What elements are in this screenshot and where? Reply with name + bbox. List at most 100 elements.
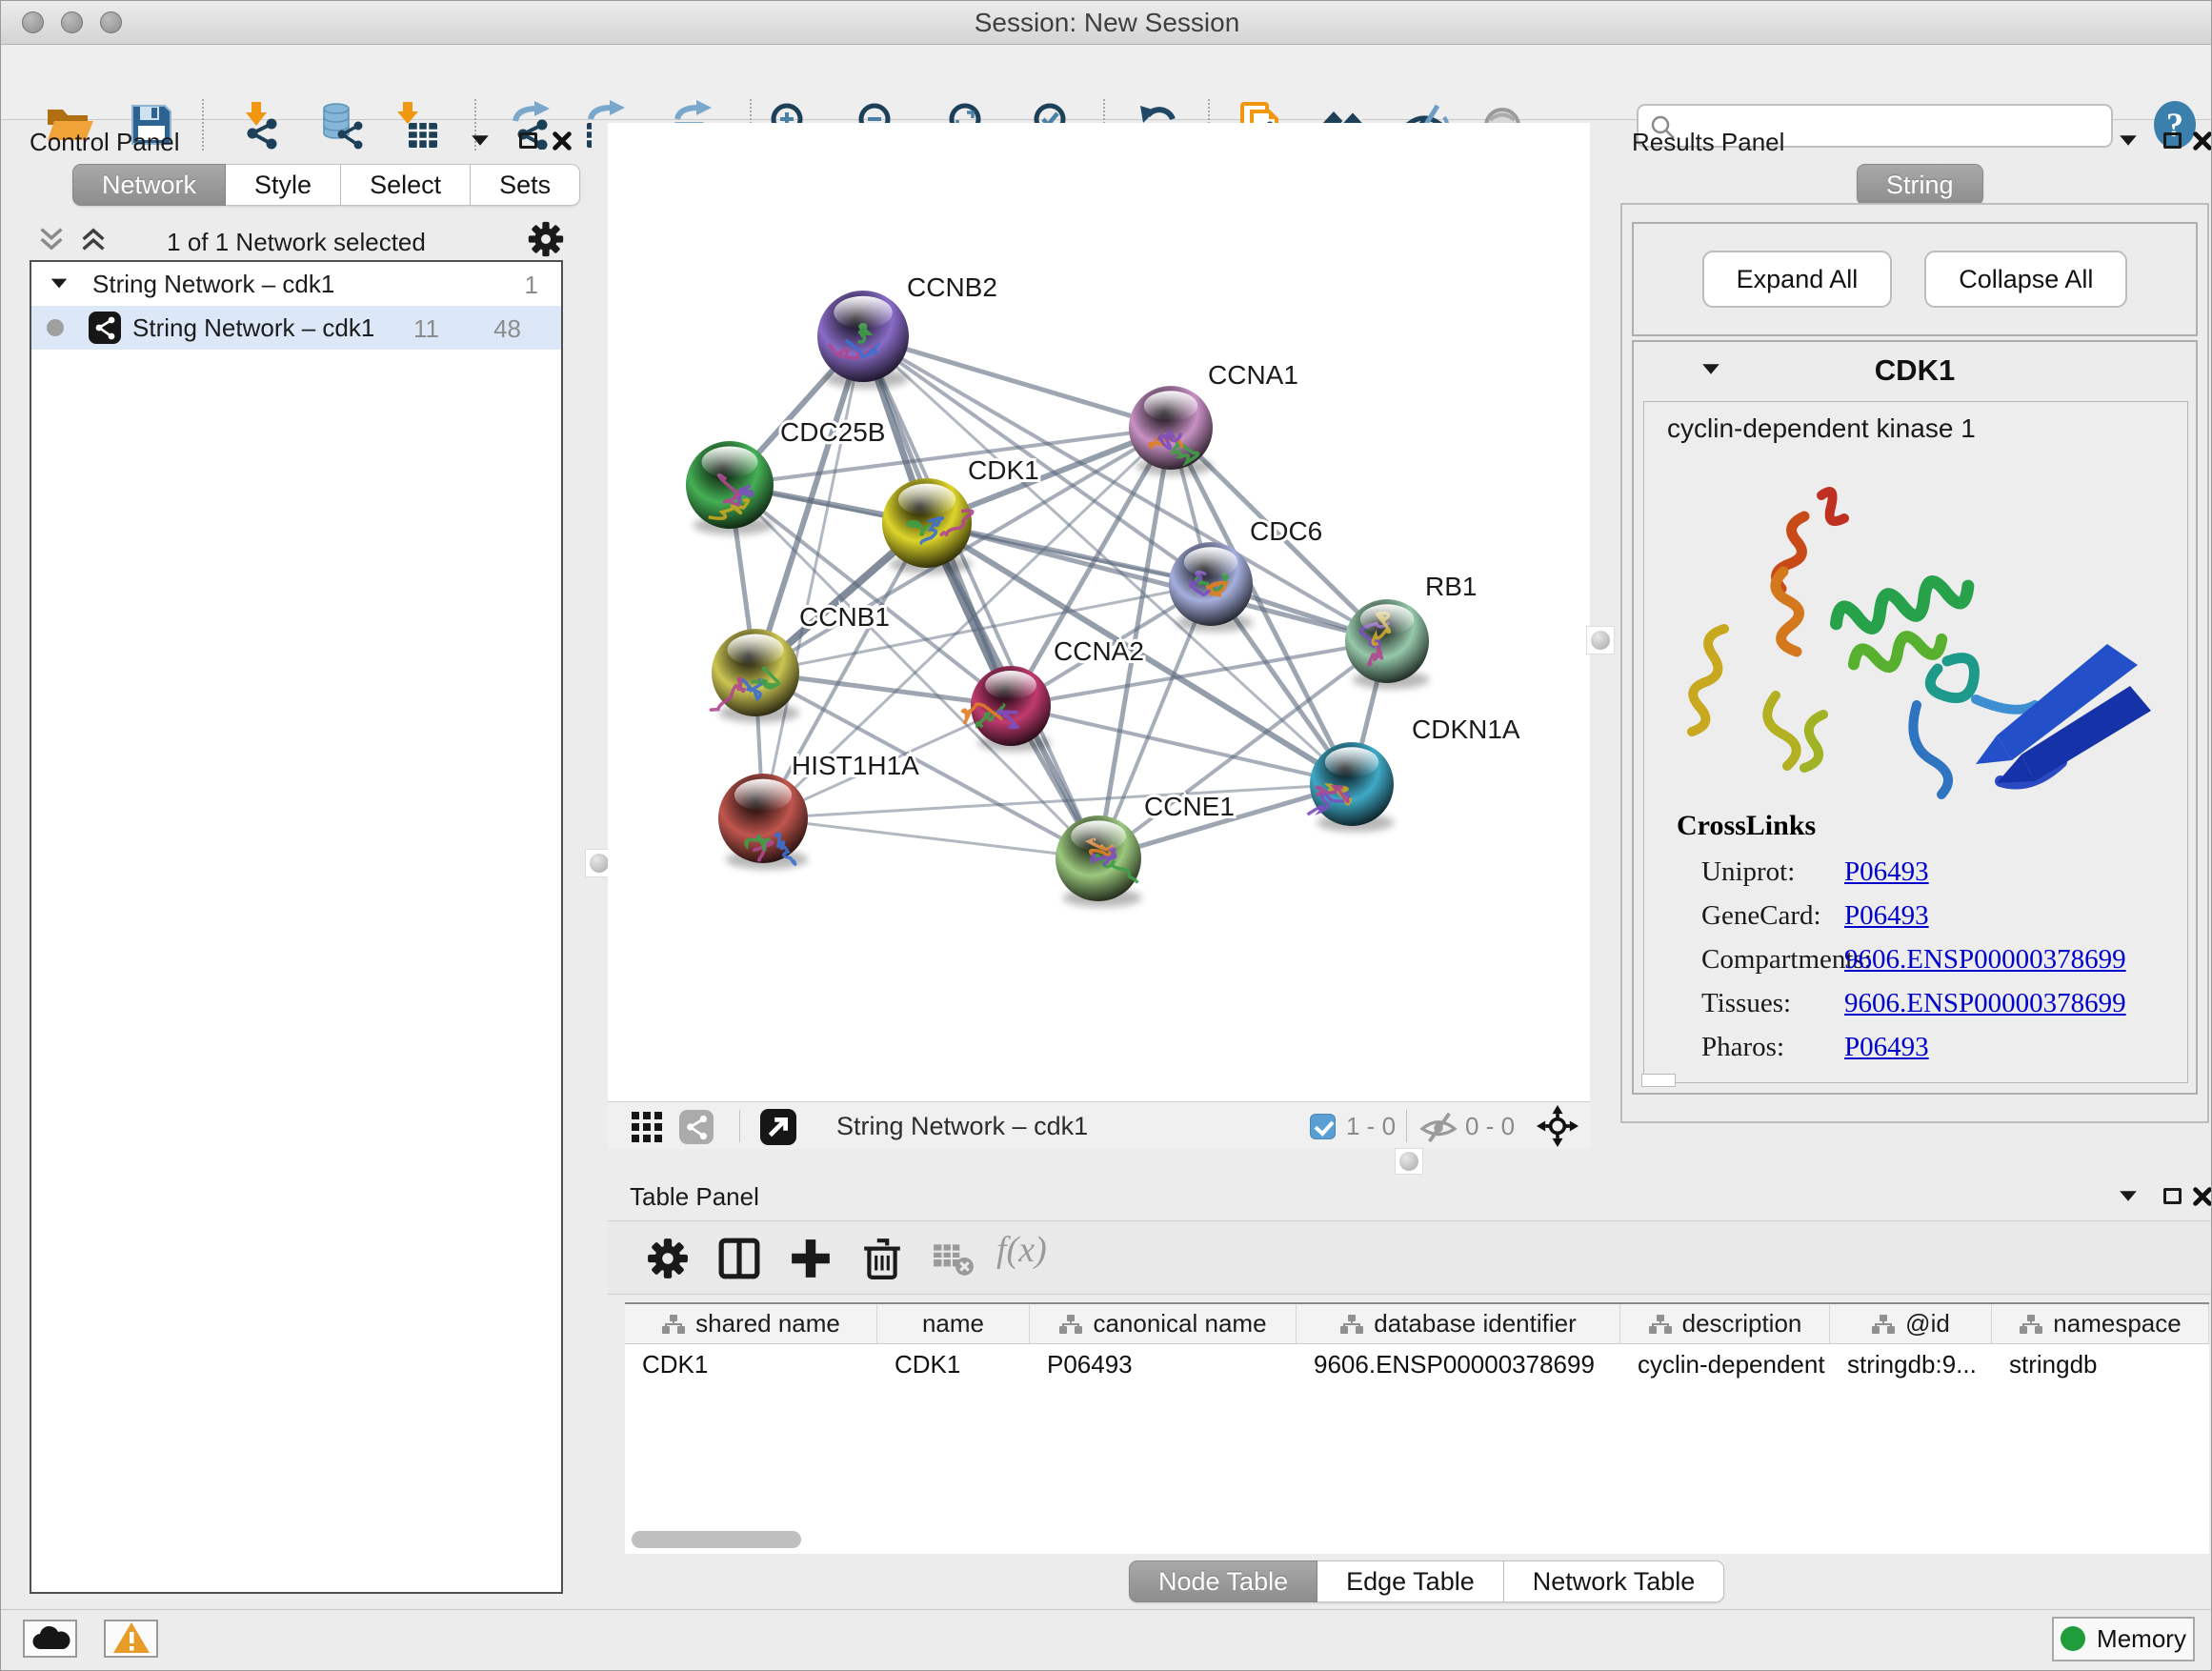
tab-sets[interactable]: Sets — [471, 164, 580, 206]
crosslinks-list: Uniprot:P06493GeneCard:P06493Compartment… — [1667, 850, 2182, 1069]
column-source-icon — [1339, 1314, 1364, 1335]
control-panel-menu-icon[interactable] — [472, 135, 489, 145]
results-panel-close-icon[interactable] — [2192, 131, 2212, 151]
collapse-all-button[interactable]: Collapse All — [1924, 251, 2127, 308]
table-hscroll-thumb[interactable] — [632, 1531, 801, 1548]
control-panel-float-icon[interactable] — [519, 132, 537, 149]
column-header-name[interactable]: name — [877, 1304, 1030, 1343]
node-label-CDC25B: CDC25B — [780, 417, 885, 447]
column-header-database-identifier[interactable]: database identifier — [1297, 1304, 1620, 1343]
selected-checkbox-icon[interactable] — [1310, 1114, 1336, 1139]
network-node-HIST1H1A[interactable] — [718, 774, 808, 870]
results-panel-menu-icon[interactable] — [2120, 135, 2137, 145]
expand-all-button[interactable]: Expand All — [1702, 251, 1893, 308]
results-panel-float-icon[interactable] — [2163, 132, 2182, 149]
tab-network-table[interactable]: Network Table — [1504, 1560, 1725, 1602]
tab-network[interactable]: Network — [72, 164, 226, 206]
network-node-CDC6[interactable] — [1169, 542, 1253, 632]
crosslink-value-link[interactable]: P06493 — [1844, 856, 1929, 888]
cloud-button[interactable] — [23, 1620, 77, 1658]
table-cell[interactable]: stringdb:9... — [1830, 1344, 1992, 1384]
table-cell[interactable]: P06493 — [1030, 1344, 1297, 1384]
network-node-CDK1[interactable] — [882, 478, 973, 574]
tab-select[interactable]: Select — [341, 164, 471, 206]
tab-node-table[interactable]: Node Table — [1129, 1560, 1317, 1602]
network-collection-row[interactable]: String Network – cdk1 1 — [31, 262, 561, 306]
network-options-gear-icon[interactable] — [527, 220, 565, 258]
column-header-label: shared name — [695, 1309, 840, 1339]
protein-description: cyclin-dependent kinase 1 — [1667, 413, 1976, 444]
delete-column-button[interactable] — [860, 1237, 904, 1280]
show-columns-button[interactable] — [717, 1237, 761, 1280]
tab-string[interactable]: String — [1857, 164, 1983, 206]
import-table-button[interactable] — [392, 100, 441, 150]
grid-view-icon[interactable] — [632, 1112, 662, 1142]
plus-icon — [789, 1237, 833, 1280]
crosslinks-title: CrossLinks — [1677, 810, 1816, 842]
selected-counter: 1 - 0 — [1346, 1112, 1396, 1141]
import-network-button[interactable] — [233, 100, 283, 150]
network-selection-status: 1 of 1 Network selected — [115, 228, 477, 257]
table-panel-close-icon[interactable] — [2192, 1186, 2212, 1207]
tree-expander-icon[interactable] — [51, 279, 68, 289]
table-panel-float-icon[interactable] — [2163, 1188, 2182, 1204]
table-cell[interactable]: 9606.ENSP00000378699 — [1297, 1344, 1620, 1384]
network-node-CCNB2[interactable] — [817, 291, 909, 389]
column-header-label: name — [922, 1309, 984, 1339]
birdseye-crosshair-icon[interactable] — [1537, 1105, 1579, 1147]
hidden-eye-icon[interactable] — [1418, 1111, 1459, 1143]
cytoscape-window: Session: New Session — [0, 0, 2212, 1671]
crosslink-row: Tissues:9606.ENSP00000378699 — [1667, 981, 2182, 1025]
expand-all-tree-icon[interactable] — [79, 226, 108, 252]
table-splitter-grip[interactable] — [1395, 1148, 1423, 1175]
table-cell[interactable]: stringdb — [1992, 1344, 2209, 1384]
table-settings-button[interactable] — [646, 1237, 690, 1280]
tab-style[interactable]: Style — [226, 164, 341, 206]
warning-icon — [112, 1621, 151, 1654]
collapse-all-tree-icon[interactable] — [37, 226, 66, 252]
table-cell[interactable]: cyclin-dependent ... — [1620, 1344, 1830, 1384]
table-panel-menu-icon[interactable] — [2120, 1191, 2137, 1200]
crosslink-value-link[interactable]: 9606.ENSP00000378699 — [1844, 988, 2126, 1019]
crosslink-value-link[interactable]: P06493 — [1844, 1032, 1929, 1063]
network-edge-HIST1H1A-CCNE1[interactable] — [763, 818, 1098, 858]
column-header-shared-name[interactable]: shared name — [625, 1304, 877, 1343]
right-splitter[interactable] — [1590, 121, 1611, 1175]
network-node-CCNA1[interactable] — [1129, 386, 1213, 475]
column-header-namespace[interactable]: namespace — [1992, 1304, 2209, 1343]
column-header-canonical-name[interactable]: canonical name — [1030, 1304, 1297, 1343]
column-source-icon — [1058, 1314, 1083, 1335]
open-in-window-icon[interactable] — [760, 1109, 796, 1145]
control-panel-close-icon[interactable] — [552, 131, 573, 151]
network-edge-CCNB2-CCNA1[interactable] — [863, 336, 1171, 428]
column-header--id[interactable]: @id — [1830, 1304, 1992, 1343]
left-splitter[interactable] — [592, 121, 608, 1175]
network-node-CCNB1[interactable] — [711, 629, 799, 722]
network-node-RB1[interactable] — [1345, 599, 1429, 689]
right-splitter-grip[interactable] — [1586, 626, 1615, 654]
import-table-icon — [392, 100, 441, 150]
crosslink-row: Pharos:P06493 — [1667, 1025, 2182, 1069]
crosslink-value-link[interactable]: 9606.ENSP00000378699 — [1844, 944, 2126, 976]
network-edge-CCNA2-CDKN1A[interactable] — [1011, 706, 1352, 784]
table-cell[interactable]: CDK1 — [625, 1344, 877, 1384]
table-splitter[interactable] — [608, 1149, 2212, 1175]
column-header-description[interactable]: description — [1620, 1304, 1830, 1343]
network-row-selected[interactable]: String Network – cdk1 11 48 — [31, 306, 561, 350]
table-cell[interactable]: CDK1 — [877, 1344, 1030, 1384]
cloud-icon — [30, 1624, 70, 1651]
crosslink-label: GeneCard: — [1667, 900, 1844, 932]
table-row[interactable]: CDK1CDK1P064939606.ENSP00000378699cyclin… — [625, 1344, 2209, 1384]
add-column-button[interactable] — [789, 1237, 833, 1280]
network-canvas[interactable]: CCNB2CCNA1CDC25BCDK1CDC6RB1CCNB1CCNA2CDK… — [608, 123, 1590, 1101]
network-share-icon-gray[interactable] — [679, 1110, 714, 1144]
memory-button[interactable]: Memory — [2052, 1617, 2195, 1661]
crosslink-value-link[interactable]: P06493 — [1844, 900, 1929, 932]
network-node-CCNE1[interactable] — [1056, 815, 1141, 907]
warnings-button[interactable] — [104, 1620, 158, 1658]
network-node-CDC25B[interactable] — [686, 441, 774, 534]
results-hscroll-thumb[interactable] — [1641, 1074, 1676, 1087]
network-row-label: String Network – cdk1 — [132, 313, 374, 343]
import-database-button[interactable] — [316, 100, 366, 150]
tab-edge-table[interactable]: Edge Table — [1317, 1560, 1504, 1602]
